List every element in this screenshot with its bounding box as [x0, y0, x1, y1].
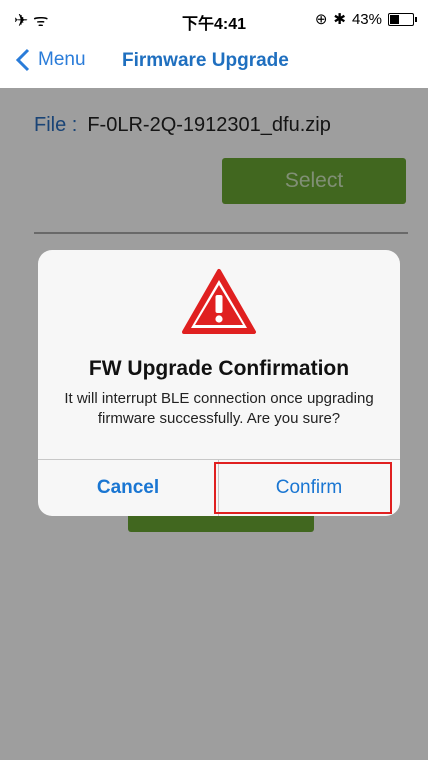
dialog-message: It will interrupt BLE connection once up… [64, 390, 374, 427]
bluetooth-icon: ✱ [333, 11, 346, 28]
back-label: Menu [38, 49, 86, 70]
status-bar: ✈ ᯤ 下午4:41 ⊕ ✱ 43% [0, 0, 428, 36]
navigation-bar: Menu Firmware Upgrade [0, 36, 428, 88]
warning-icon [38, 268, 400, 341]
rotation-lock-icon: ⊕ [314, 11, 328, 28]
confirm-highlight-box [214, 462, 392, 514]
cancel-button[interactable]: Cancel [38, 460, 218, 516]
status-right: ⊕ ✱ 43% [314, 10, 417, 28]
page-title: Firmware Upgrade [122, 50, 289, 71]
chevron-left-icon [16, 48, 30, 72]
firmware-upgrade-screen: ✈ ᯤ 下午4:41 ⊕ ✱ 43% Menu Firmware Upgrade… [0, 0, 428, 760]
battery-percent: 43% [351, 10, 382, 28]
dialog-title: FW Upgrade Confirmation [88, 357, 350, 380]
back-button[interactable]: Menu [16, 48, 86, 72]
battery-icon [388, 12, 417, 26]
